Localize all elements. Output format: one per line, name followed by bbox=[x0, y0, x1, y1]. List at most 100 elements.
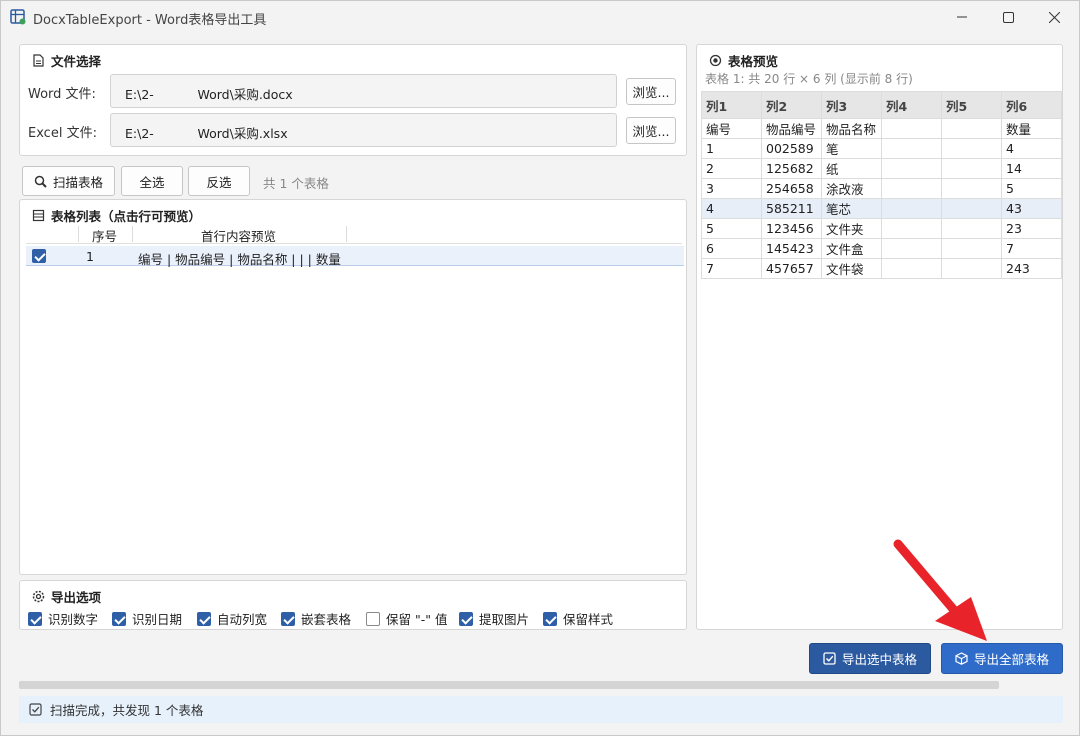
gear-icon bbox=[32, 590, 45, 603]
checkbox[interactable] bbox=[112, 611, 126, 626]
preview-cell: 123456 bbox=[761, 218, 822, 239]
column-separator bbox=[346, 226, 347, 242]
preview-cell bbox=[881, 198, 942, 219]
preview-cell: 243 bbox=[1001, 258, 1062, 279]
file-selection-panel: 文件选择 Word 文件: E:\2- Word\采购.docx 浏览... E… bbox=[19, 44, 687, 156]
preview-cell: 笔 bbox=[821, 138, 882, 159]
preview-cell: 5 bbox=[1001, 178, 1062, 199]
option-nested-tables[interactable]: 嵌套表格 bbox=[281, 609, 351, 628]
column-header-preview[interactable]: 首行内容预览 bbox=[201, 226, 276, 245]
preview-cell bbox=[881, 138, 942, 159]
preview-row[interactable]: 编号 物品编号 物品名称 数量 bbox=[701, 118, 1062, 139]
close-icon[interactable] bbox=[1031, 1, 1077, 33]
preview-cell bbox=[941, 118, 1002, 139]
preview-cell: 6 bbox=[701, 238, 762, 259]
preview-cell bbox=[881, 158, 942, 179]
export-all-button[interactable]: 导出全部表格 bbox=[941, 643, 1063, 674]
preview-row[interactable]: 7 457657 文件袋 243 bbox=[701, 258, 1062, 279]
table-count-text: 共 1 个表格 bbox=[263, 176, 329, 191]
preview-cell: 2 bbox=[701, 158, 762, 179]
preview-cell bbox=[881, 178, 942, 199]
preview-cell: 纸 bbox=[821, 158, 882, 179]
preview-cell bbox=[881, 258, 942, 279]
checkbox-icon bbox=[823, 652, 836, 665]
preview-cell: 数量 bbox=[1001, 118, 1062, 139]
check-square-icon bbox=[29, 703, 42, 716]
package-icon bbox=[955, 652, 968, 665]
preview-cell bbox=[941, 158, 1002, 179]
option-keep-dash-values[interactable]: 保留 "-" 值 bbox=[366, 609, 447, 628]
preview-cell: 43 bbox=[1001, 198, 1062, 219]
title-bar: DocxTableExport - Word表格导出工具 bbox=[1, 1, 1079, 33]
table-list-panel: 表格列表（点击行可预览） 序号 首行内容预览 1 编号 | 物品编号 | 物品名… bbox=[19, 199, 687, 575]
eye-icon bbox=[709, 54, 722, 67]
option-recognize-dates[interactable]: 识别日期 bbox=[112, 609, 182, 628]
document-icon bbox=[33, 54, 44, 67]
preview-cell: 编号 bbox=[701, 118, 762, 139]
option-extract-images[interactable]: 提取图片 bbox=[459, 609, 529, 628]
preview-cell: 7 bbox=[1001, 238, 1062, 259]
preview-row[interactable]: 1 002589 笔 4 bbox=[701, 138, 1062, 159]
scan-tables-button[interactable]: 扫描表格 bbox=[22, 166, 115, 196]
checkbox[interactable] bbox=[459, 611, 473, 626]
preview-cell: 文件盒 bbox=[821, 238, 882, 259]
preview-cell: 1 bbox=[701, 138, 762, 159]
column-separator bbox=[132, 226, 133, 242]
preview-col-header[interactable]: 列5 bbox=[941, 91, 1002, 119]
checkbox[interactable] bbox=[366, 611, 380, 626]
maximize-icon[interactable] bbox=[985, 1, 1031, 33]
preview-col-header[interactable]: 列6 bbox=[1001, 91, 1062, 119]
export-options-title: 导出选项 bbox=[32, 587, 101, 606]
preview-cell: 002589 bbox=[761, 138, 822, 159]
option-auto-column-width[interactable]: 自动列宽 bbox=[197, 609, 267, 628]
excel-file-field[interactable]: E:\2- Word\采购.xlsx bbox=[110, 113, 617, 147]
progress-bar bbox=[19, 681, 999, 689]
preview-subtitle: 表格 1: 共 20 行 × 6 列 (显示前 8 行) bbox=[705, 72, 913, 86]
row-checkbox[interactable] bbox=[32, 249, 46, 263]
preview-cell: 文件夹 bbox=[821, 218, 882, 239]
file-selection-title: 文件选择 bbox=[32, 51, 101, 70]
export-options-panel: 导出选项 识别数字 识别日期 自动列宽 嵌套表格 保留 "-" 值 提取图片 保… bbox=[19, 580, 687, 630]
preview-row[interactable]: 5 123456 文件夹 23 bbox=[701, 218, 1062, 239]
browse-excel-button[interactable]: 浏览... bbox=[626, 117, 676, 144]
checkbox[interactable] bbox=[28, 611, 42, 626]
select-all-button[interactable]: 全选 bbox=[121, 166, 183, 196]
preview-cell: 145423 bbox=[761, 238, 822, 259]
preview-cell: 14 bbox=[1001, 158, 1062, 179]
option-recognize-numbers[interactable]: 识别数字 bbox=[28, 609, 98, 628]
preview-header-row: 列1 列2 列3 列4 列5 列6 bbox=[701, 91, 1062, 119]
checkbox[interactable] bbox=[281, 611, 295, 626]
preview-col-header[interactable]: 列2 bbox=[761, 91, 822, 119]
preview-cell bbox=[941, 198, 1002, 219]
preview-col-header[interactable]: 列3 bbox=[821, 91, 882, 119]
preview-cell: 457657 bbox=[761, 258, 822, 279]
window-title: DocxTableExport - Word表格导出工具 bbox=[33, 13, 267, 28]
checkbox[interactable] bbox=[197, 611, 211, 626]
preview-table: 列1 列2 列3 列4 列5 列6 编号 物品编号 物品名称 数量 1 002589 笔 4 2… bbox=[701, 91, 1062, 279]
preview-cell: 笔芯 bbox=[821, 198, 882, 219]
preview-col-header[interactable]: 列4 bbox=[881, 91, 942, 119]
excel-file-label: Excel 文件: bbox=[28, 126, 97, 141]
option-keep-styles[interactable]: 保留样式 bbox=[543, 609, 613, 628]
invert-selection-button[interactable]: 反选 bbox=[188, 166, 250, 196]
app-window: DocxTableExport - Word表格导出工具 文件选择 Word 文… bbox=[0, 0, 1080, 736]
browse-word-button[interactable]: 浏览... bbox=[626, 78, 676, 105]
minimize-icon[interactable] bbox=[939, 1, 985, 33]
word-file-field[interactable]: E:\2- Word\采购.docx bbox=[110, 74, 617, 108]
preview-cell bbox=[881, 118, 942, 139]
preview-row[interactable]: 3 254658 涂改液 5 bbox=[701, 178, 1062, 199]
checkbox[interactable] bbox=[543, 611, 557, 626]
preview-row[interactable]: 2 125682 纸 14 bbox=[701, 158, 1062, 179]
preview-cell: 文件袋 bbox=[821, 258, 882, 279]
status-bar: 扫描完成，共发现 1 个表格 bbox=[19, 696, 1063, 723]
preview-col-header[interactable]: 列1 bbox=[701, 91, 762, 119]
preview-row[interactable]: 4 585211 笔芯 43 bbox=[701, 198, 1062, 219]
column-separator bbox=[78, 226, 79, 242]
preview-cell bbox=[941, 138, 1002, 159]
preview-row[interactable]: 6 145423 文件盒 7 bbox=[701, 238, 1062, 259]
column-header-index[interactable]: 序号 bbox=[92, 226, 117, 245]
preview-cell: 物品名称 bbox=[821, 118, 882, 139]
export-selected-button[interactable]: 导出选中表格 bbox=[809, 643, 931, 674]
table-row[interactable]: 1 编号 | 物品编号 | 物品名称 | | | 数量 bbox=[26, 246, 684, 267]
preview-cell bbox=[941, 178, 1002, 199]
